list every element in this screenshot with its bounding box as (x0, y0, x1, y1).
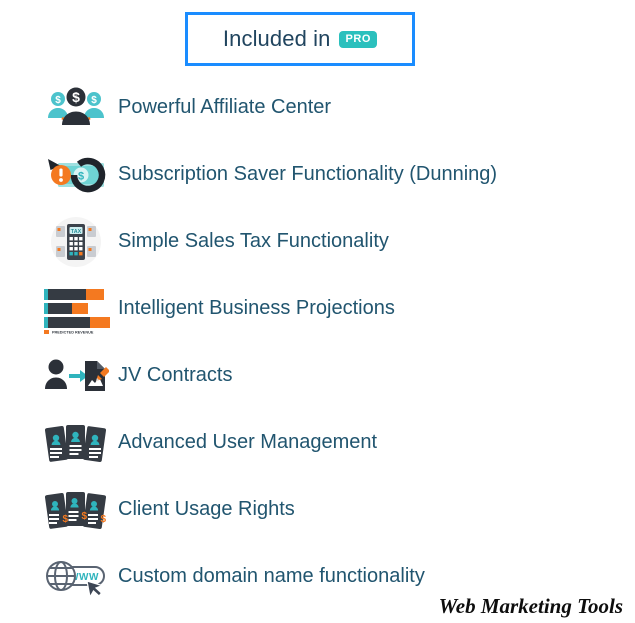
page-title: Included in (222, 26, 331, 51)
chart-legend-label: PREDICTED REVENUE (52, 330, 94, 333)
list-item-label: Intelligent Business Projections (118, 297, 395, 319)
list-item-label: JV Contracts (118, 364, 233, 386)
list-item: TAX Simple Sales Tax Functionality (0, 208, 635, 275)
feature-list: $ $ $ Powerful Affiliate Center $ Subscr… (0, 74, 635, 610)
list-item-label: Simple Sales Tax Functionality (118, 230, 389, 252)
list-item: $ $ $ Powerful Affiliate Center (0, 74, 635, 141)
list-item-label: Client Usage Rights (118, 498, 295, 520)
tax-calculator-icon: TAX (40, 216, 112, 267)
pro-badge: PRO (339, 30, 378, 48)
svg-text:$: $ (101, 514, 107, 525)
person-document-pencil-icon (40, 351, 112, 401)
globe-www-cursor-icon: WWW (40, 552, 112, 602)
svg-text:$: $ (78, 170, 84, 182)
svg-text:$: $ (55, 95, 61, 106)
banknote-refresh-alert-icon: $ (40, 150, 112, 200)
svg-text:$: $ (91, 95, 97, 106)
watermark-logo: Web Marketing Tools (438, 594, 623, 618)
svg-text:$: $ (82, 511, 88, 522)
id-cards-dollar-icon: $ $ $ (40, 485, 112, 535)
list-item-label: Subscription Saver Functionality (Dunnin… (118, 163, 498, 185)
bar-chart-projection-icon: PREDICTED REVENUE (40, 284, 112, 334)
list-item-label: Advanced User Management (118, 431, 378, 453)
list-item: $ $ $ Client Usage Rights (0, 476, 635, 543)
included-in-pro-header: Included in PRO (185, 12, 415, 66)
list-item: $ Subscription Saver Functionality (Dunn… (0, 141, 635, 208)
id-cards-users-icon (40, 418, 112, 468)
list-item: JV Contracts (0, 342, 635, 409)
affiliate-people-money-icon: $ $ $ (40, 83, 112, 133)
svg-text:$: $ (63, 514, 69, 525)
svg-text:$: $ (72, 89, 80, 105)
list-item: Advanced User Management (0, 409, 635, 476)
list-item-label: Powerful Affiliate Center (118, 96, 332, 118)
list-item: PREDICTED REVENUE Intelligent Business P… (0, 275, 635, 342)
svg-text:TAX: TAX (71, 228, 82, 234)
list-item-label: Custom domain name functionality (118, 565, 425, 587)
